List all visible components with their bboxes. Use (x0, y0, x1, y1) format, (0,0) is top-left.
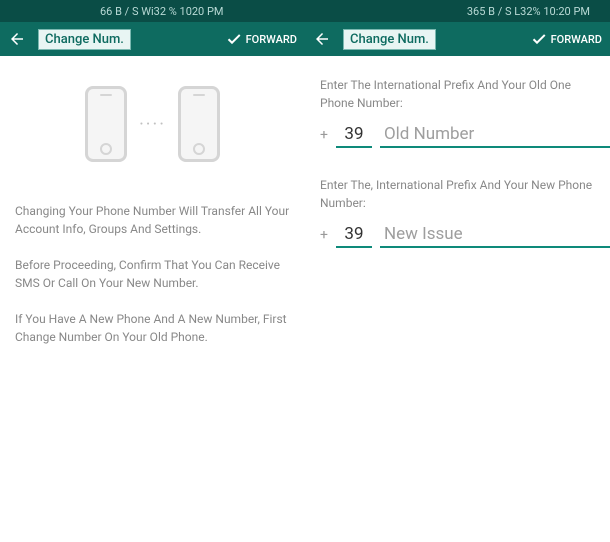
old-prefix-input[interactable] (336, 122, 372, 148)
info-paragraph-2: Before Proceeding, Confirm That You Can … (15, 256, 290, 292)
status-right-text: 365 B / S L32% 10:20 PM (467, 5, 590, 18)
forward-label-right: FORWARD (551, 33, 602, 46)
page-title-left: Change Num. (38, 29, 131, 50)
phone-icon (178, 86, 220, 162)
right-panel: Enter The International Prefix And Your … (305, 56, 610, 542)
phone-icon (85, 86, 127, 162)
new-prefix-input[interactable] (336, 222, 372, 248)
check-icon (531, 31, 547, 47)
info-paragraph-3: If You Have A New Phone And A New Number… (15, 310, 290, 346)
status-left-text: 66 B / S Wi32 % 1020 PM (100, 5, 467, 18)
app-bars: Change Num. FORWARD Change Num. FORWARD (0, 22, 610, 56)
left-panel: ···· Changing Your Phone Number Will Tra… (0, 56, 305, 542)
page-title-right: Change Num. (343, 29, 436, 50)
new-number-input[interactable] (380, 222, 610, 248)
forward-button-right[interactable]: FORWARD (531, 31, 602, 47)
old-number-label: Enter The International Prefix And Your … (320, 76, 595, 112)
app-bar-left: Change Num. FORWARD (0, 22, 305, 56)
check-icon (226, 31, 242, 47)
new-number-group: Enter The, International Prefix And Your… (320, 176, 595, 248)
app-bar-right: Change Num. FORWARD (305, 22, 610, 56)
back-arrow-icon[interactable] (313, 30, 331, 48)
forward-button-left[interactable]: FORWARD (226, 31, 297, 47)
old-number-input[interactable] (380, 122, 610, 148)
status-bar: 66 B / S Wi32 % 1020 PM 365 B / S L32% 1… (0, 0, 610, 22)
forward-label-left: FORWARD (246, 33, 297, 46)
new-number-label: Enter The, International Prefix And Your… (320, 176, 595, 212)
old-number-group: Enter The International Prefix And Your … (320, 76, 595, 148)
plus-sign: + (320, 227, 328, 243)
new-number-row: + (320, 222, 595, 248)
plus-sign: + (320, 127, 328, 143)
dots-icon: ···· (139, 114, 166, 135)
old-number-row: + (320, 122, 595, 148)
phones-illustration: ···· (15, 86, 290, 162)
info-paragraph-1: Changing Your Phone Number Will Transfer… (15, 202, 290, 238)
back-arrow-icon[interactable] (8, 30, 26, 48)
content-area: ···· Changing Your Phone Number Will Tra… (0, 56, 610, 542)
